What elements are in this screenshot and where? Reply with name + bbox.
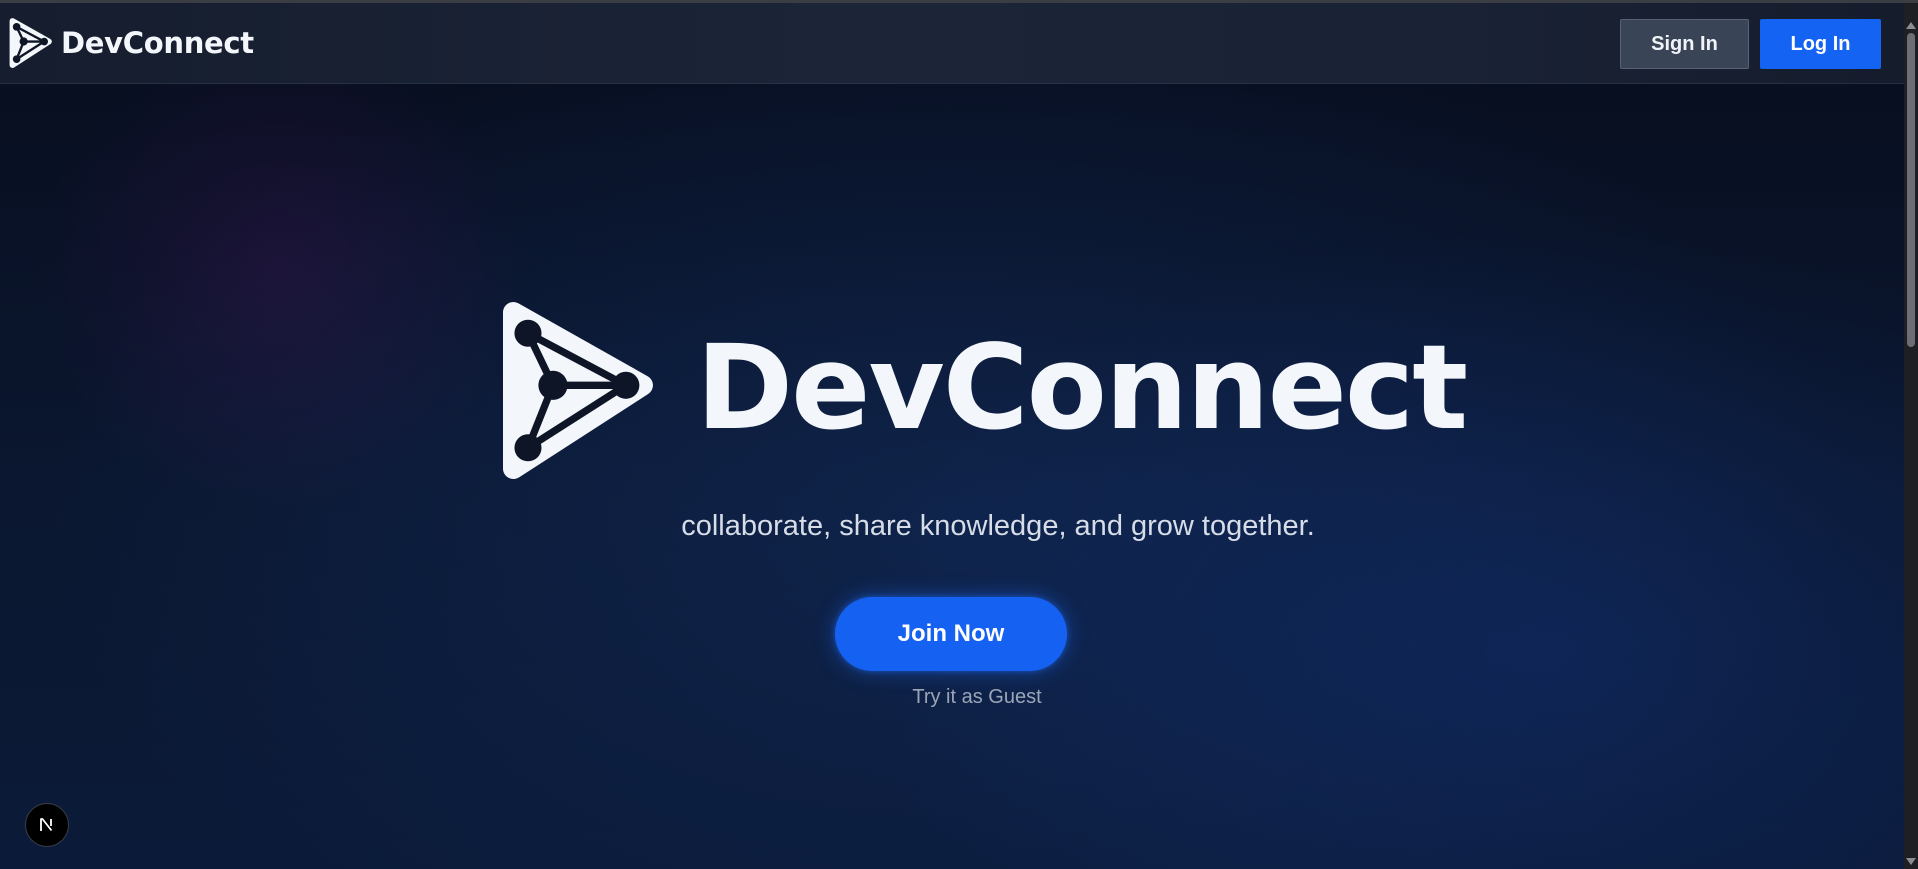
navbar: DevConnect Sign In Log In xyxy=(0,3,1904,84)
scroll-up-arrow-icon[interactable] xyxy=(1906,22,1916,29)
devconnect-logo-icon xyxy=(502,302,653,479)
try-as-guest-link-row: Try it as Guest xyxy=(0,684,1904,710)
hero-tagline-text: collaborate, share knowledge, and grow t… xyxy=(681,510,1315,542)
navbar-brand-link[interactable]: DevConnect xyxy=(9,18,254,68)
landing-page: DevConnect Sign In Log In DevConnect col… xyxy=(0,0,1918,869)
hero-title: DevConnect xyxy=(696,319,1468,456)
nextjs-dev-indicator[interactable] xyxy=(25,803,69,847)
nextjs-n-icon xyxy=(40,818,53,832)
devconnect-logo-icon xyxy=(9,18,52,68)
hero-tagline: collaborate, share knowledge, and grow t… xyxy=(0,506,1904,546)
scrollbar-thumb[interactable] xyxy=(1907,33,1915,347)
page-scrollbar[interactable] xyxy=(1904,3,1918,869)
sign-in-button[interactable]: Sign In xyxy=(1620,19,1749,69)
scroll-down-arrow-icon[interactable] xyxy=(1906,858,1916,865)
log-in-button[interactable]: Log In xyxy=(1760,19,1881,69)
try-as-guest-link[interactable]: Try it as Guest xyxy=(912,686,1041,708)
navbar-brand-name: DevConnect xyxy=(61,26,254,60)
join-now-button[interactable]: Join Now xyxy=(835,597,1067,671)
